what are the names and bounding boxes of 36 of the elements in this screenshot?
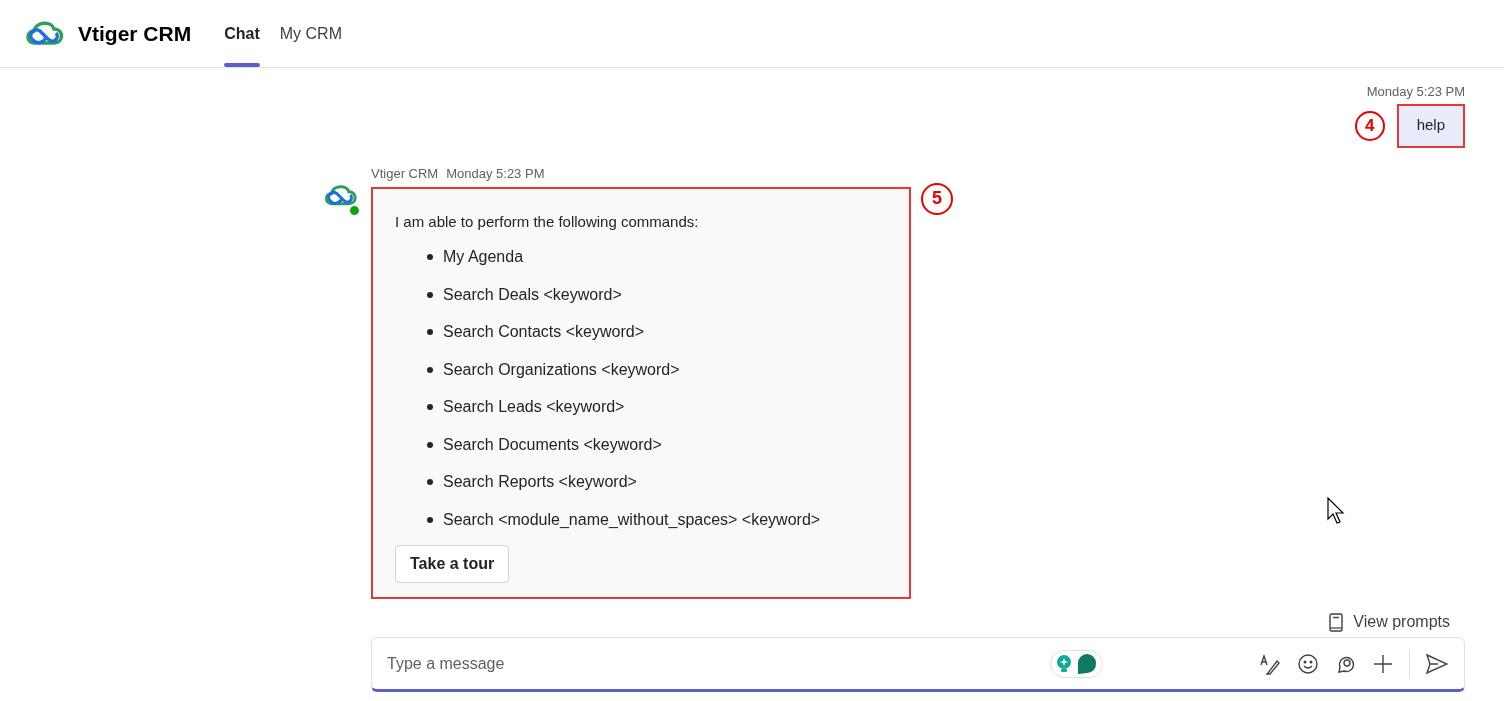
bullet-icon [427, 404, 433, 410]
command-item: Search <module_name_without_spaces> <keyword> [443, 509, 821, 530]
book-icon [1329, 612, 1344, 632]
bullet-icon [427, 479, 433, 485]
nav-tab[interactable]: My CRM [279, 0, 342, 67]
message-composer[interactable]: Type a message [371, 637, 1465, 692]
app-title: Vtiger CRM [78, 20, 192, 47]
command-item: Search Organizations <keyword> [443, 359, 680, 380]
view-prompts-button[interactable]: View prompts [1329, 610, 1450, 634]
plus-icon[interactable] [1373, 653, 1393, 674]
command-item: Search Deals <keyword> [443, 284, 622, 305]
callout-number: 4 [1354, 110, 1385, 141]
callout-number: 5 [921, 182, 953, 215]
bullet-icon [427, 366, 433, 373]
bullet-icon [427, 254, 433, 260]
bullet-icon [427, 516, 433, 523]
send-icon[interactable] [1426, 653, 1448, 674]
nav-tab[interactable]: Chat [224, 0, 260, 67]
message-time: Monday 5:23 PM [446, 164, 545, 182]
command-item: Search Contacts <keyword> [443, 322, 644, 342]
command-item: My Agenda [443, 247, 524, 267]
command-item: Search Reports <keyword> [443, 472, 637, 492]
mouse-cursor-icon [1327, 497, 1347, 525]
bullet-icon [427, 329, 433, 335]
command-item: Search Documents <keyword> [443, 434, 662, 455]
bullet-icon [427, 441, 433, 448]
bullet-icon [427, 291, 433, 298]
message-input[interactable]: Type a message [387, 651, 1027, 676]
message-time: Monday 5:23 PM [1366, 83, 1465, 101]
user-message-bubble: help [1396, 103, 1465, 148]
take-tour-button[interactable]: Take a tour [395, 544, 510, 583]
command-item: Search Leads <keyword> [443, 397, 625, 417]
sender-name: Vtiger CRM [371, 164, 439, 182]
format-text-icon[interactable] [1259, 652, 1281, 675]
emoji-icon[interactable] [1297, 652, 1319, 675]
message-text: I am able to perform the following commands: [395, 211, 700, 232]
